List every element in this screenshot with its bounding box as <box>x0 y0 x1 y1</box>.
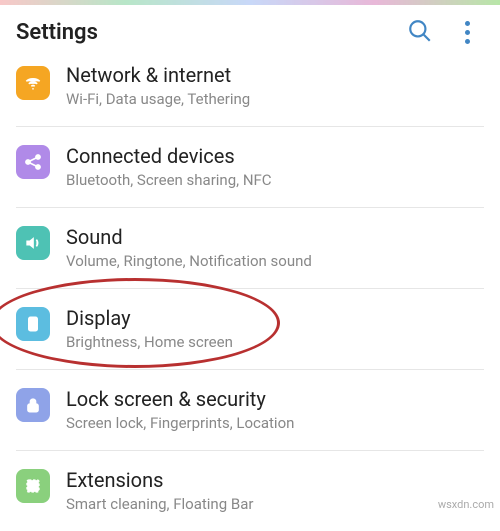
page-title: Settings <box>16 20 407 45</box>
lock-icon <box>16 388 50 422</box>
settings-item-network[interactable]: Network & internet Wi-Fi, Data usage, Te… <box>16 60 484 127</box>
settings-item-display[interactable]: Display Brightness, Home screen <box>16 289 484 370</box>
speaker-icon <box>16 226 50 260</box>
item-text: Extensions Smart cleaning, Floating Bar <box>66 467 484 513</box>
header-actions <box>407 17 484 48</box>
item-title: Lock screen & security <box>66 386 484 412</box>
item-subtitle: Wi-Fi, Data usage, Tethering <box>66 90 484 108</box>
settings-item-sound[interactable]: Sound Volume, Ringtone, Notification sou… <box>16 208 484 289</box>
item-title: Sound <box>66 224 484 250</box>
search-icon[interactable] <box>407 18 433 48</box>
share-icon <box>16 145 50 179</box>
more-icon[interactable] <box>461 17 474 48</box>
item-text: Sound Volume, Ringtone, Notification sou… <box>66 224 484 270</box>
item-subtitle: Screen lock, Fingerprints, Location <box>66 414 484 432</box>
settings-item-extensions[interactable]: Extensions Smart cleaning, Floating Bar <box>16 451 484 531</box>
header-bar: Settings <box>0 5 500 60</box>
wifi-icon <box>16 66 50 100</box>
item-text: Display Brightness, Home screen <box>66 305 484 351</box>
watermark: wsxdn.com <box>438 498 494 511</box>
item-text: Connected devices Bluetooth, Screen shar… <box>66 143 484 189</box>
settings-item-lock[interactable]: Lock screen & security Screen lock, Fing… <box>16 370 484 451</box>
settings-list: Network & internet Wi-Fi, Data usage, Te… <box>0 60 500 531</box>
item-subtitle: Volume, Ringtone, Notification sound <box>66 252 484 270</box>
item-title: Extensions <box>66 467 484 493</box>
item-subtitle: Bluetooth, Screen sharing, NFC <box>66 171 484 189</box>
item-subtitle: Smart cleaning, Floating Bar <box>66 495 484 513</box>
item-title: Connected devices <box>66 143 484 169</box>
item-text: Lock screen & security Screen lock, Fing… <box>66 386 484 432</box>
display-icon <box>16 307 50 341</box>
item-subtitle: Brightness, Home screen <box>66 333 484 351</box>
settings-item-connected[interactable]: Connected devices Bluetooth, Screen shar… <box>16 127 484 208</box>
item-title: Network & internet <box>66 62 484 88</box>
item-title: Display <box>66 305 484 331</box>
extensions-icon <box>16 469 50 503</box>
item-text: Network & internet Wi-Fi, Data usage, Te… <box>66 62 484 108</box>
